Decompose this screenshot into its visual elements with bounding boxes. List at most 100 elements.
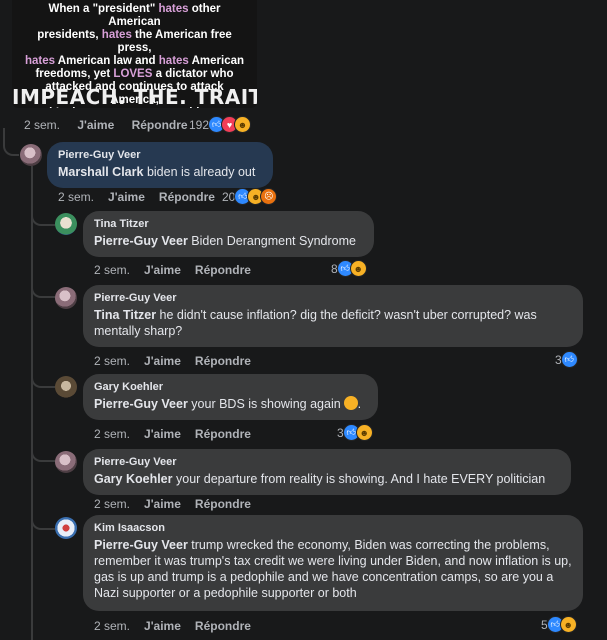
comment-time[interactable]: 2 sem. — [58, 190, 94, 204]
thread-connector — [3, 128, 19, 156]
comment-bubble: Pierre-Guy Veer Tina Titzer he didn't cau… — [83, 285, 583, 347]
reply-button[interactable]: Répondre — [195, 427, 251, 441]
haha-icon: ☻ — [559, 616, 577, 633]
comment-mention[interactable]: Pierre-Guy Veer — [94, 397, 188, 411]
post-image-banner: IMPEACH. THE. TRAITOR. — [12, 85, 257, 108]
comment-actions: 2 sem. J'aime Répondre — [94, 619, 265, 633]
comment-mention[interactable]: Marshall Clark — [58, 165, 143, 179]
reply-button[interactable]: Répondre — [195, 354, 251, 368]
like-icon: 👍︎ — [560, 351, 578, 368]
comment-text: Gary Koehler your departure from reality… — [94, 471, 560, 487]
reply-button[interactable]: Répondre — [159, 190, 215, 204]
post-actions: 2 sem. J'aime Répondre — [24, 118, 202, 132]
reply-button[interactable]: Répondre — [195, 619, 251, 633]
like-button[interactable]: J'aime — [144, 427, 181, 441]
haha-icon: ☻ — [234, 116, 252, 133]
comment-actions: 2 sem. J'aime Répondre — [94, 354, 265, 368]
like-button[interactable]: J'aime — [144, 263, 181, 277]
post-image-line: When a "president" hates other American — [22, 3, 247, 29]
comment-text: Tina Titzer he didn't cause inflation? d… — [94, 307, 572, 339]
highlight-text: hates — [101, 29, 132, 41]
thread-connector — [31, 440, 55, 462]
comment-body: Biden Derangment Syndrome — [187, 234, 356, 248]
comment-time[interactable]: 2 sem. — [94, 263, 130, 277]
period-text: . — [357, 397, 362, 411]
comment-text: Marshall Clark biden is already out — [58, 164, 262, 180]
comment-bubble: Tina Titzer Pierre-Guy Veer Biden Derangm… — [83, 211, 374, 257]
plain-text: When a "president" — [48, 3, 159, 15]
like-button[interactable]: J'aime — [144, 619, 181, 633]
reply-button[interactable]: Répondre — [195, 497, 251, 511]
post-reply-button[interactable]: Répondre — [132, 118, 188, 132]
comment-mention[interactable]: Tina Titzer — [94, 308, 156, 322]
post-image[interactable]: When a "president" hates other American p… — [12, 0, 257, 108]
comment-bubble: Pierre-Guy Veer Marshall Clark biden is a… — [47, 142, 273, 188]
comment-author[interactable]: Gary Koehler — [94, 381, 367, 393]
comment-body: he didn't cause inflation? dig the defic… — [94, 308, 537, 338]
comment-reactions[interactable]: 20 👍︎ ☻ ☹ — [222, 188, 278, 205]
highlight-text: LOVES — [113, 68, 153, 80]
reaction-count: 20 — [222, 189, 236, 204]
avatar[interactable] — [55, 376, 77, 398]
comment-time[interactable]: 2 sem. — [94, 619, 130, 633]
comment-time[interactable]: 2 sem. — [94, 427, 130, 441]
tongue-emoji — [343, 396, 358, 410]
comment-mention[interactable]: Gary Koehler — [94, 472, 173, 486]
comment-bubble: Kim Isaacson Pierre-Guy Veer trump wrecke… — [83, 515, 583, 611]
highlight-text: hates — [24, 55, 56, 67]
comment-bubble: Pierre-Guy Veer Gary Koehler your departu… — [83, 449, 571, 495]
thread-connector — [31, 508, 55, 530]
thread-line — [31, 166, 33, 640]
avatar[interactable] — [55, 451, 77, 473]
post-image-line: hates American law and hates American — [22, 55, 247, 68]
comment-body: your departure from reality is showing. … — [172, 472, 546, 486]
avatar[interactable] — [55, 213, 77, 235]
comment-author[interactable]: Pierre-Guy Veer — [58, 149, 262, 161]
plain-text: the American free press, — [117, 29, 232, 54]
plain-text: presidents, — [37, 29, 102, 41]
comment-text: Pierre-Guy Veer your BDS is showing agai… — [94, 396, 367, 412]
comment-time[interactable]: 2 sem. — [94, 354, 130, 368]
thread-connector — [31, 276, 55, 298]
like-button[interactable]: J'aime — [108, 190, 145, 204]
avatar[interactable] — [55, 287, 77, 309]
comment-actions: 2 sem. J'aime Répondre — [94, 497, 265, 511]
comment-text: Pierre-Guy Veer Biden Derangment Syndrom… — [94, 233, 363, 249]
avatar[interactable] — [55, 517, 77, 539]
post-time[interactable]: 2 sem. — [24, 118, 60, 132]
comment-actions: 2 sem. J'aime Répondre — [94, 263, 265, 277]
comment-reactions[interactable]: 5 👍︎ ☻ — [541, 616, 577, 633]
comment-body: biden is already out — [143, 165, 256, 179]
plain-text: American law and — [55, 55, 159, 67]
thread-connector — [31, 366, 55, 388]
comment-author[interactable]: Tina Titzer — [94, 218, 363, 230]
comment-mention[interactable]: Pierre-Guy Veer — [94, 234, 188, 248]
thread-connector — [31, 198, 55, 226]
plain-text: American — [188, 55, 245, 67]
comment-reactions[interactable]: 3 👍︎ ☻ — [337, 424, 373, 441]
haha-icon: ☻ — [355, 424, 373, 441]
comment-reactions[interactable]: 3 👍︎ — [555, 351, 578, 368]
post-like-button[interactable]: J'aime — [77, 118, 114, 132]
highlight-text: hates — [158, 3, 189, 15]
avatar[interactable] — [20, 144, 42, 166]
comment-actions: 2 sem. J'aime Répondre — [94, 427, 265, 441]
comment-time[interactable]: 2 sem. — [94, 497, 130, 511]
comment-reactions[interactable]: 8 👍︎ ☻ — [331, 260, 367, 277]
post-image-line: presidents, hates the American free pres… — [22, 29, 247, 55]
like-button[interactable]: J'aime — [144, 497, 181, 511]
comment-author[interactable]: Kim Isaacson — [94, 522, 572, 534]
highlight-text: hates — [158, 55, 189, 67]
post-reactions[interactable]: 192 👍︎ ♥ ☻ — [189, 116, 252, 133]
angry-icon: ☹ — [260, 188, 278, 205]
plain-text: a dictator who — [152, 68, 234, 80]
comment-text: Pierre-Guy Veer trump wrecked the econom… — [94, 537, 572, 601]
comment-mention[interactable]: Pierre-Guy Veer — [94, 538, 188, 552]
plain-text: freedoms, yet — [35, 68, 114, 80]
comment-author[interactable]: Pierre-Guy Veer — [94, 456, 560, 468]
haha-icon: ☻ — [349, 260, 367, 277]
post-image-line: freedoms, yet LOVES a dictator who — [22, 68, 247, 81]
comment-author[interactable]: Pierre-Guy Veer — [94, 292, 572, 304]
like-button[interactable]: J'aime — [144, 354, 181, 368]
reply-button[interactable]: Répondre — [195, 263, 251, 277]
